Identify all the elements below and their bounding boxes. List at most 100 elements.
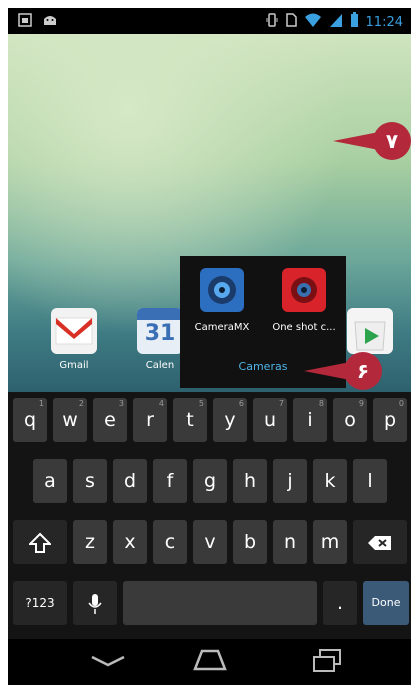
phone-screen: 11:24 ٧ Gmail 31 Calen e CameraMX — [8, 8, 411, 685]
key-label: h — [243, 470, 257, 492]
key-label: i — [307, 409, 313, 431]
key-label: p — [383, 409, 397, 431]
folder-app-cameramx[interactable]: CameraMX — [184, 268, 260, 333]
key-e[interactable]: 3e — [93, 398, 127, 442]
key-label: j — [287, 470, 293, 492]
key-label: z — [85, 531, 95, 553]
mic-key[interactable] — [73, 581, 117, 625]
symbols-key[interactable]: ?123 — [13, 581, 67, 625]
home-icon[interactable] — [192, 647, 228, 677]
key-label: f — [166, 470, 174, 492]
key-hint: 9 — [358, 399, 364, 408]
key-k[interactable]: k — [313, 459, 347, 503]
key-d[interactable]: d — [113, 459, 147, 503]
key-hint: 0 — [398, 399, 404, 408]
key-q[interactable]: 1q — [13, 398, 47, 442]
android-icon — [42, 13, 58, 31]
folder-app-one-shot[interactable]: One shot c... — [266, 268, 342, 333]
key-z[interactable]: z — [73, 520, 107, 564]
key-l[interactable]: l — [353, 459, 387, 503]
folder-app-label: One shot c... — [272, 322, 336, 333]
key-label: c — [164, 531, 176, 553]
screenshot-frame: 11:24 ٧ Gmail 31 Calen e CameraMX — [0, 0, 416, 693]
app-label: Gmail — [59, 360, 89, 371]
callout-folder-label: ۶ — [304, 352, 382, 390]
key-hint: 2 — [78, 399, 84, 408]
key-w[interactable]: 2w — [53, 398, 87, 442]
navigation-bar — [8, 639, 411, 685]
key-hint: 4 — [158, 399, 164, 408]
one-shot-camera-icon — [282, 268, 326, 312]
picture-icon — [18, 13, 32, 31]
key-x[interactable]: x — [113, 520, 147, 564]
play-store-icon — [347, 308, 393, 354]
calendar-icon: 31 — [137, 308, 183, 354]
key-label: d — [123, 470, 137, 492]
key-hint: 3 — [118, 399, 124, 408]
key-hint: 6 — [238, 399, 244, 408]
key-p[interactable]: 0p — [373, 398, 407, 442]
key-label: t — [186, 409, 194, 431]
key-label: n — [283, 531, 297, 553]
key-v[interactable]: v — [193, 520, 227, 564]
key-a[interactable]: a — [33, 459, 67, 503]
key-label: b — [243, 531, 257, 553]
cameramx-icon — [200, 268, 244, 312]
key-label: s — [85, 470, 95, 492]
key-label: e — [104, 409, 116, 431]
key-label: u — [263, 409, 277, 431]
key-hint: 8 — [318, 399, 324, 408]
space-key[interactable] — [123, 581, 317, 625]
key-g[interactable]: g — [193, 459, 227, 503]
wifi-icon — [304, 12, 322, 32]
key-label: o — [344, 409, 356, 431]
recents-icon[interactable] — [312, 648, 342, 678]
key-label: m — [320, 531, 340, 553]
key-c[interactable]: c — [153, 520, 187, 564]
back-icon[interactable] — [90, 651, 126, 675]
app-gmail[interactable]: Gmail — [42, 308, 106, 371]
key-u[interactable]: 7u — [253, 398, 287, 442]
key-f[interactable]: f — [153, 459, 187, 503]
app-label: Calen — [145, 360, 175, 371]
key-m[interactable]: m — [313, 520, 347, 564]
key-label: v — [204, 531, 216, 553]
key-h[interactable]: h — [233, 459, 267, 503]
vibrate-icon — [266, 12, 278, 32]
period-key[interactable]: . — [323, 581, 357, 625]
key-hint: 5 — [198, 399, 204, 408]
status-bar: 11:24 — [8, 8, 411, 34]
done-key[interactable]: Done — [363, 581, 409, 625]
key-label: k — [324, 470, 336, 492]
callout-wallpaper: ٧ — [333, 122, 411, 160]
key-y[interactable]: 6y — [213, 398, 247, 442]
shift-key[interactable] — [13, 520, 67, 564]
calendar-day: 31 — [144, 321, 176, 346]
key-t[interactable]: 5t — [173, 398, 207, 442]
mic-icon — [88, 592, 102, 614]
gmail-icon — [51, 308, 97, 354]
key-s[interactable]: s — [73, 459, 107, 503]
key-o[interactable]: 9o — [333, 398, 367, 442]
status-time: 11:24 — [365, 14, 403, 30]
key-label: y — [224, 409, 236, 431]
key-label: ?123 — [25, 596, 55, 610]
folder-app-label: CameraMX — [194, 322, 250, 333]
key-i[interactable]: 8i — [293, 398, 327, 442]
callout-number: ۶ — [344, 352, 382, 390]
callout-number: ٧ — [373, 122, 411, 160]
key-n[interactable]: n — [273, 520, 307, 564]
backspace-icon — [367, 531, 393, 553]
key-label: r — [146, 409, 154, 431]
signal-icon — [329, 12, 343, 32]
battery-icon — [350, 12, 359, 32]
key-hint: 1 — [38, 399, 44, 408]
key-label: q — [23, 409, 37, 431]
key-j[interactable]: j — [273, 459, 307, 503]
key-b[interactable]: b — [233, 520, 267, 564]
key-label: g — [203, 470, 217, 492]
key-r[interactable]: 4r — [133, 398, 167, 442]
key-label: . — [336, 592, 344, 614]
key-hint: 7 — [278, 399, 284, 408]
backspace-key[interactable] — [353, 520, 407, 564]
